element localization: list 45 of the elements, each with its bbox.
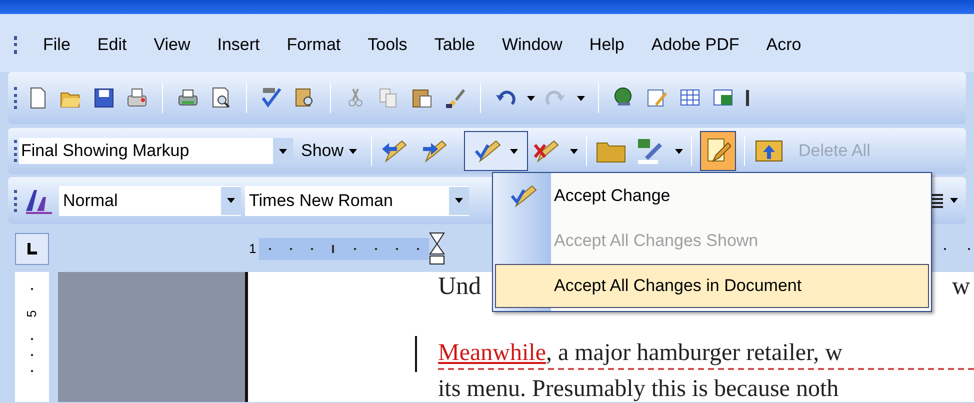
menu-item[interactable]: Insert xyxy=(216,32,261,58)
style-dropdown[interactable]: Normal xyxy=(59,186,241,216)
indent-marker-icon[interactable] xyxy=(429,232,445,266)
caret-icon[interactable] xyxy=(674,148,683,154)
accept-change-button[interactable] xyxy=(464,131,528,171)
grip-icon xyxy=(14,87,17,109)
grip-icon xyxy=(14,36,17,54)
ruler-number: 5 xyxy=(23,310,40,318)
menu-item[interactable]: Accept All Changes in Document xyxy=(495,264,929,308)
menu-item[interactable]: Tools xyxy=(366,32,408,58)
caret-icon[interactable] xyxy=(577,96,585,100)
caret-icon[interactable] xyxy=(950,198,958,203)
menu-item[interactable]: File xyxy=(42,32,72,58)
menu-item[interactable]: Edit xyxy=(96,32,128,58)
menu-item[interactable]: Acro xyxy=(765,32,802,58)
ruler-number: 1 xyxy=(249,240,258,258)
heading-text: w xyxy=(952,272,970,302)
heading-text: Und xyxy=(438,272,482,302)
display-mode-dropdown[interactable]: Final Showing Markup xyxy=(19,138,293,164)
document-pencil-icon xyxy=(704,137,731,165)
spelling-check-icon[interactable] xyxy=(260,86,284,110)
caret-icon xyxy=(279,148,287,154)
menu-item[interactable]: Accept Change xyxy=(495,174,929,218)
tab-stop-button[interactable] xyxy=(15,233,49,265)
corner-tab-icon xyxy=(27,243,37,255)
menu-item[interactable]: Window xyxy=(500,32,564,58)
grip-icon xyxy=(14,190,17,212)
menu-item[interactable]: Help xyxy=(588,32,626,58)
caret-icon xyxy=(510,148,518,154)
menu-item[interactable]: Table xyxy=(433,32,476,58)
caret-icon xyxy=(227,198,235,203)
menu-item[interactable]: Adobe PDF xyxy=(650,32,740,58)
show-button[interactable]: Show xyxy=(299,138,359,164)
track-changes-button[interactable] xyxy=(700,131,736,171)
paragraph-line: Meanwhile, a major hamburger retailer, w xyxy=(438,338,974,370)
font-dropdown[interactable]: Times New Roman xyxy=(245,186,469,216)
paragraph-line: its menu. Presumably this is because noth xyxy=(438,375,840,403)
caret-icon xyxy=(570,148,578,154)
menu-item[interactable]: View xyxy=(152,32,192,58)
align-lines-icon[interactable] xyxy=(930,192,944,208)
caret-icon[interactable] xyxy=(527,96,535,100)
caret-icon xyxy=(455,198,463,203)
caret-icon xyxy=(348,148,357,154)
menu-item[interactable]: Format xyxy=(286,32,342,58)
paintbrush-icon[interactable] xyxy=(443,86,467,110)
